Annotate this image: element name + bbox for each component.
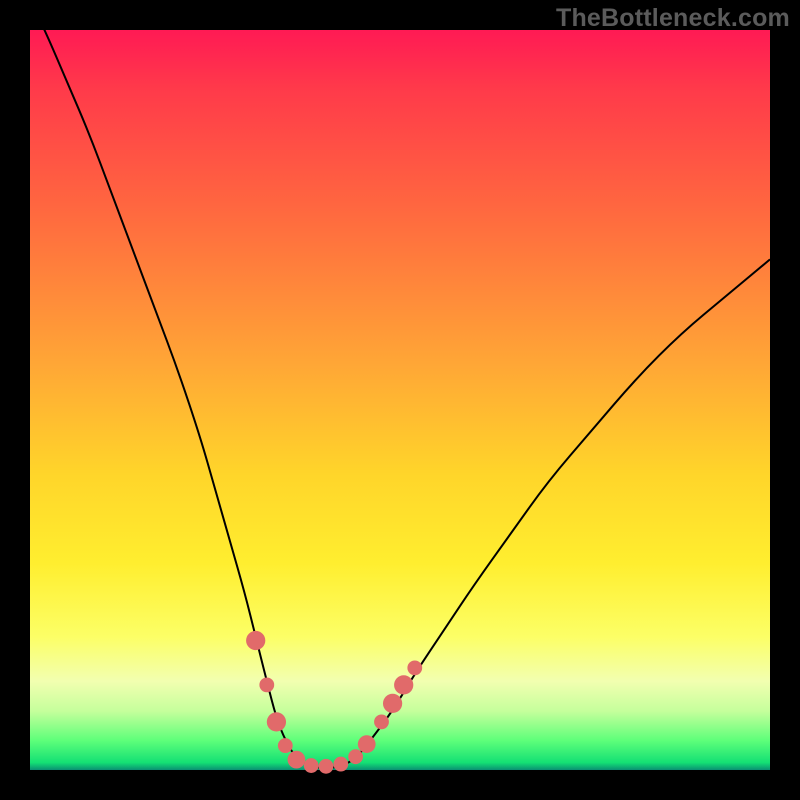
highlight-marker (278, 738, 293, 753)
highlight-marker (246, 631, 265, 650)
highlight-marker (348, 749, 363, 764)
highlight-marker (358, 735, 376, 753)
highlight-marker (304, 758, 319, 773)
highlight-marker (383, 694, 402, 713)
chart-plot-area (30, 30, 770, 770)
bottleneck-curve-path (30, 0, 770, 768)
highlight-marker (394, 675, 413, 694)
highlight-marker (259, 678, 274, 693)
highlight-marker (267, 712, 286, 731)
watermark-text: TheBottleneck.com (556, 4, 790, 33)
highlight-marker (374, 715, 389, 730)
highlight-marker (288, 751, 306, 769)
highlight-marker (319, 759, 334, 774)
highlight-marker (333, 757, 348, 772)
bottleneck-curve-svg (30, 30, 770, 770)
highlight-marker (407, 660, 422, 675)
